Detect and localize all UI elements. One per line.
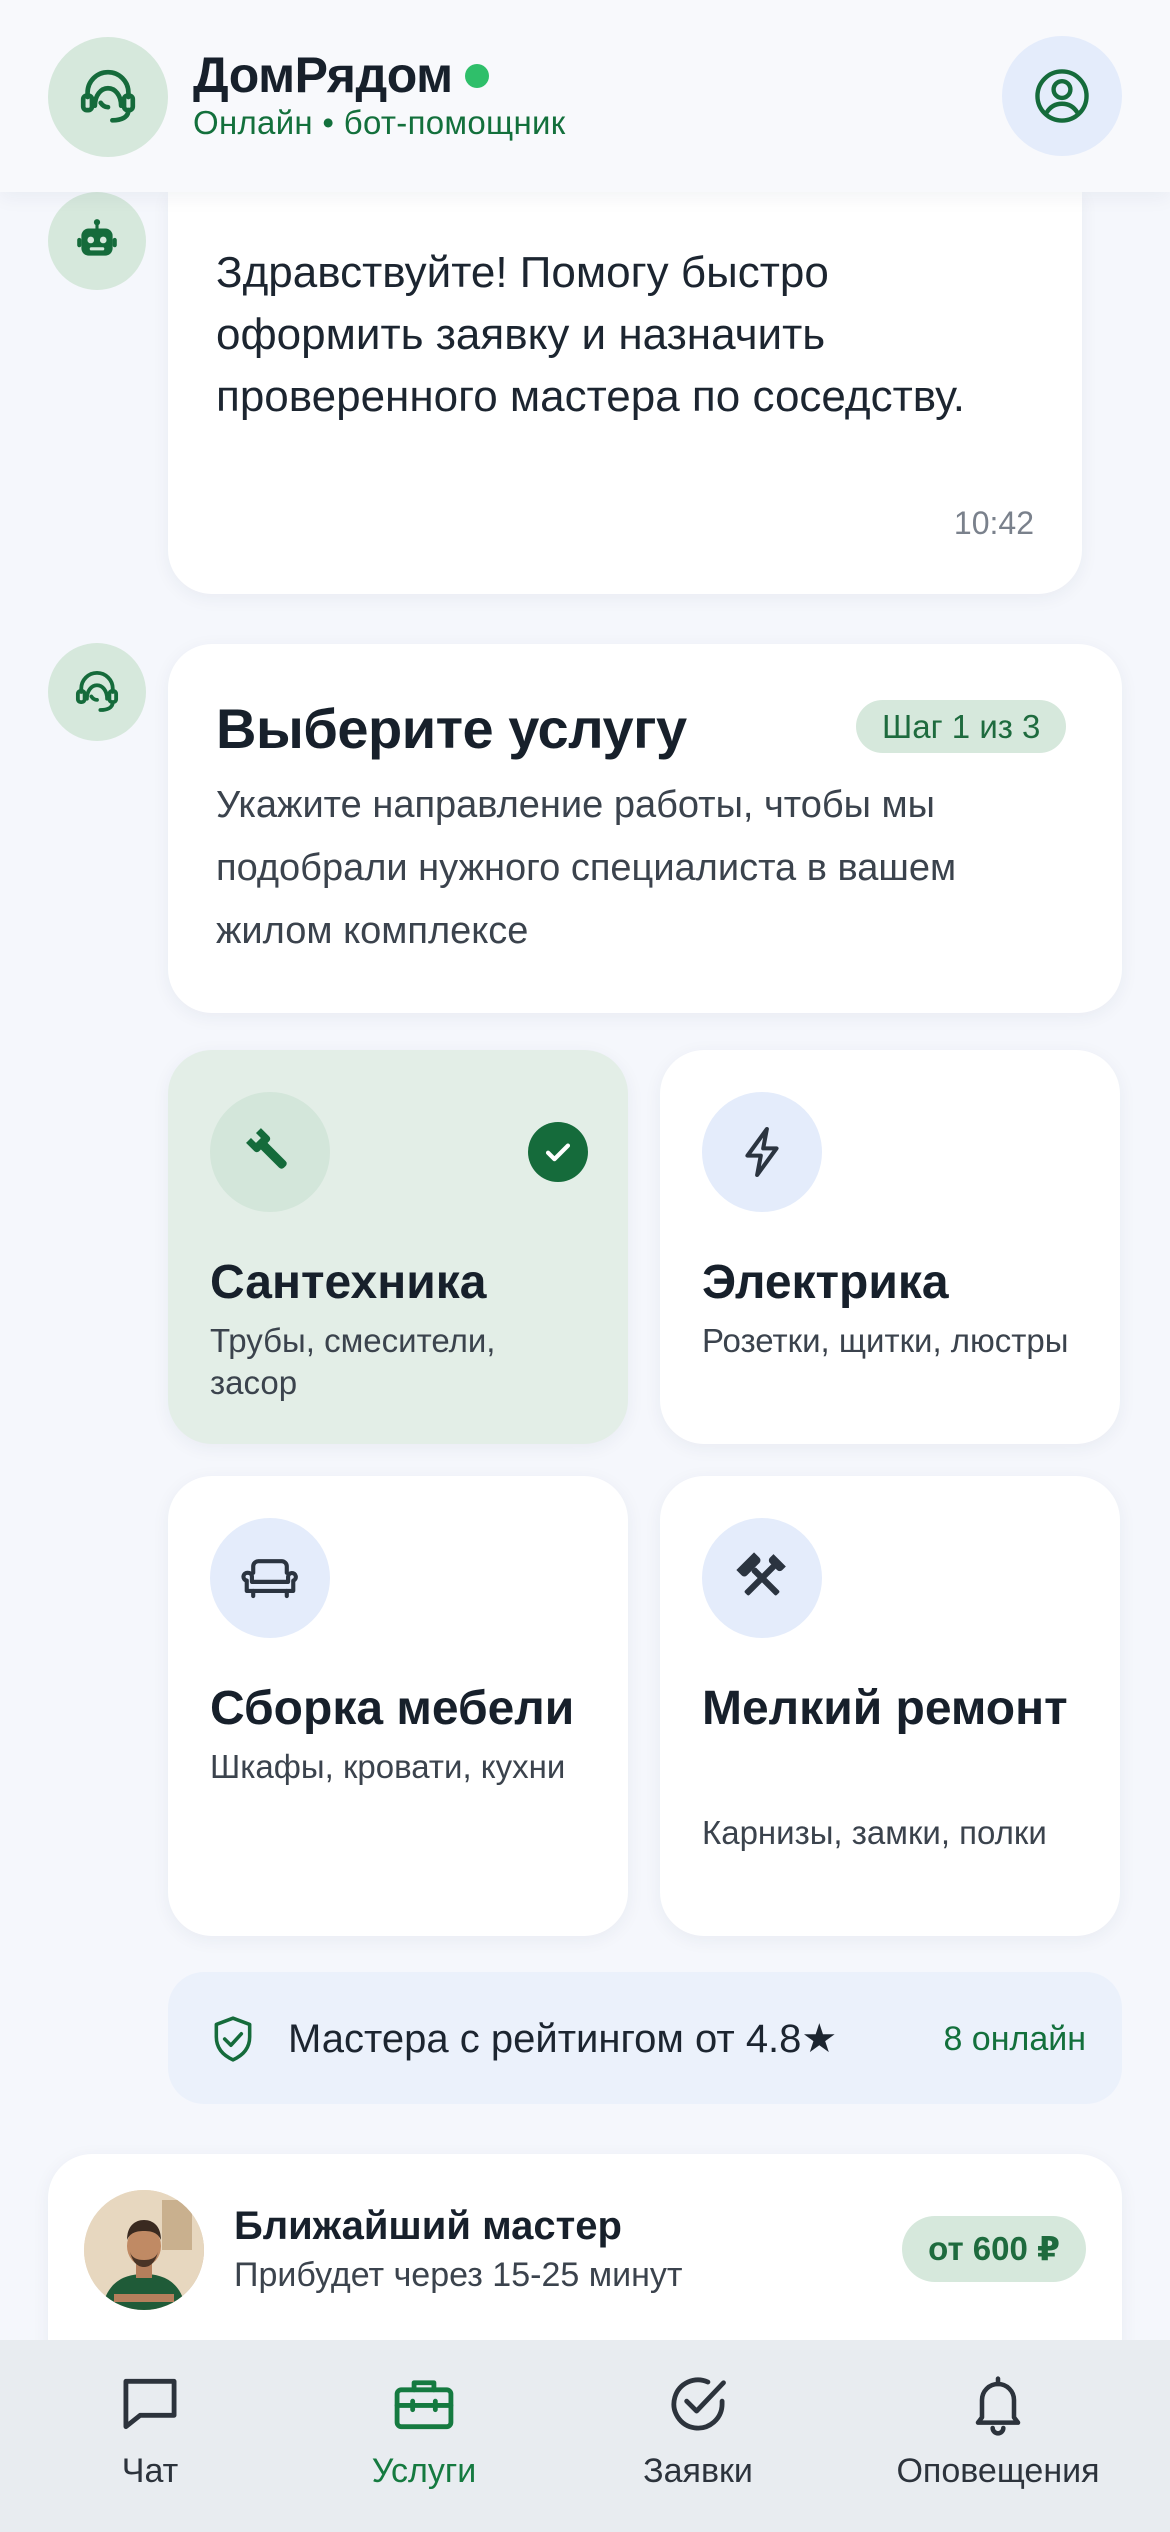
service-name: Мелкий ремонт: [702, 1682, 1068, 1735]
service-card-electrical[interactable]: Электрика Розетки, щитки, люстры: [660, 1050, 1120, 1444]
message-text: Здравствуйте! Помогу быстро оформить зая…: [216, 248, 965, 421]
service-name: Сантехника: [210, 1256, 487, 1309]
master-eta: Прибудет через 15-25 минут: [234, 2256, 683, 2294]
chat-bubble-icon: [123, 2378, 177, 2430]
headset-agent-icon: [80, 69, 136, 123]
user-circle-icon: [1035, 69, 1089, 123]
sofa-icon: [241, 1559, 298, 1599]
tab-label: Оповещения: [896, 2452, 1100, 2490]
service-icon-bg: [702, 1518, 822, 1638]
bot-message-greeting: Здравствуйте! Помогу быстро оформить зая…: [168, 192, 1082, 594]
online-masters-count: 8 онлайн: [943, 2020, 1086, 2058]
shield-check-icon: [214, 2016, 252, 2062]
service-description: Розетки, щитки, люстры: [702, 1322, 1069, 1359]
bottom-tab-bar: Чат Услуги Заявки Оповещения: [0, 2340, 1170, 2532]
check-circle-icon: [671, 2377, 726, 2431]
master-title: Ближайший мастер: [234, 2204, 622, 2248]
wrench-icon: [246, 1128, 287, 1169]
tab-requests[interactable]: Заявки: [568, 2368, 828, 2518]
service-icon-bg: [702, 1092, 822, 1212]
app-title: ДомРядом: [193, 47, 453, 103]
profile-button[interactable]: [1002, 36, 1122, 156]
app-subtitle: Онлайн • бот-помощник: [193, 104, 566, 141]
tab-label: Заявки: [643, 2452, 753, 2490]
service-description: Карнизы, замки, полки: [702, 1814, 1047, 1851]
masters-rating-banner: Мастера с рейтингом от 4.8★ 8 онлайн: [168, 1972, 1122, 2104]
service-description: Шкафы, кровати, кухни: [210, 1748, 566, 1785]
support-agent-avatar: [48, 643, 146, 741]
bot-avatar: [48, 192, 146, 290]
price-badge: от 600 ₽: [902, 2216, 1086, 2282]
step-title: Выберите услугу: [216, 697, 687, 760]
service-name: Сборка мебели: [210, 1682, 575, 1735]
service-description: Трубы, смесители, засор: [210, 1322, 496, 1401]
service-name: Электрика: [702, 1256, 949, 1309]
tab-chat[interactable]: Чат: [20, 2368, 280, 2518]
tab-label: Услуги: [371, 2452, 477, 2490]
top-app-bar: ДомРядом Онлайн • бот-помощник: [0, 0, 1170, 192]
tab-services[interactable]: Услуги: [294, 2368, 554, 2518]
message-time: 10:42: [953, 505, 1034, 541]
service-card-minor-repair[interactable]: Мелкий ремонт Карнизы, замки, полки: [660, 1476, 1120, 1936]
rating-info-text: Мастера с рейтингом от 4.8★: [288, 2017, 838, 2061]
master-avatar: [84, 2190, 204, 2310]
bell-icon: [975, 2376, 1021, 2436]
robot-icon: [77, 219, 117, 256]
choose-service-card: Выберите услугу Шаг 1 из 3 Укажите напра…: [168, 644, 1122, 1013]
service-icon-bg: [210, 1518, 330, 1638]
online-status-dot: [465, 64, 489, 88]
step-description: Укажите направление работы, чтобы мы под…: [216, 784, 957, 952]
tab-notifications[interactable]: Оповещения: [868, 2368, 1128, 2518]
service-card-plumbing[interactable]: Сантехника Трубы, смесители, засор: [168, 1050, 628, 1444]
headset-agent-icon: [75, 671, 119, 712]
hammer-wrench-icon: [736, 1552, 786, 1596]
tab-label: Чат: [121, 2452, 179, 2490]
lightning-icon: [745, 1126, 779, 1178]
service-icon-bg: [210, 1092, 330, 1212]
toolbox-icon: [394, 2380, 454, 2430]
service-card-furniture-assembly[interactable]: Сборка мебели Шкафы, кровати, кухни: [168, 1476, 628, 1936]
support-agent-avatar: [48, 37, 168, 157]
step-badge: Шаг 1 из 3: [856, 700, 1067, 753]
selected-check-icon: [528, 1122, 588, 1182]
